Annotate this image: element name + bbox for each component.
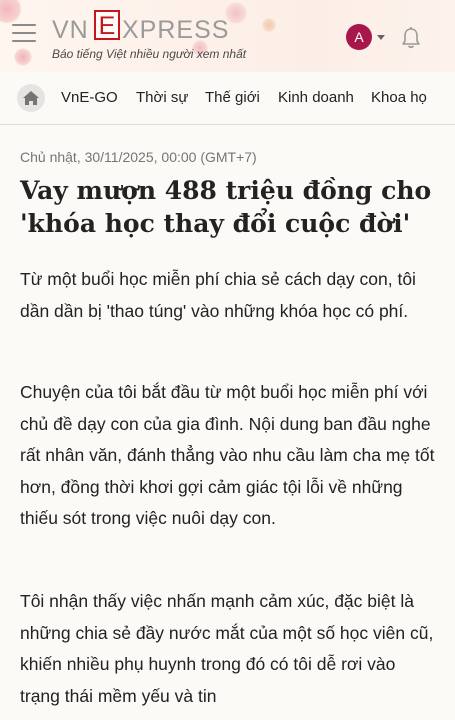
site-tagline: Báo tiếng Việt nhiều người xem nhất bbox=[52, 47, 247, 61]
article-paragraph: Tôi nhận thấy việc nhấn mạnh cảm xúc, đặ… bbox=[20, 591, 434, 706]
article-title: Vay mượn 488 triệu đồng cho 'khóa học th… bbox=[20, 176, 432, 238]
category-nav: VnE-GO Thời sự Thế giới Kinh doanh Khoa … bbox=[0, 72, 455, 125]
logo-e-mark: E bbox=[94, 10, 120, 40]
article-lead: Từ một buổi học miễn phí chia sẻ cách dạ… bbox=[20, 269, 416, 321]
user-avatar[interactable]: A bbox=[346, 24, 372, 50]
article-paragraph: Chuyện của tôi bắt đầu từ một buổi học m… bbox=[20, 382, 435, 528]
bell-icon[interactable] bbox=[400, 26, 422, 50]
chevron-down-icon[interactable] bbox=[377, 35, 385, 40]
nav-item-thoi-su[interactable]: Thời sự bbox=[136, 89, 188, 106]
logo-text-suffix: XPRESS bbox=[122, 16, 230, 44]
hamburger-icon bbox=[12, 24, 36, 26]
site-header: VN E XPRESS Báo tiếng Việt nhiều người x… bbox=[0, 0, 455, 73]
article-date: Chủ nhật, 30/11/2025, 00:00 (GMT+7) bbox=[20, 149, 257, 165]
decorative-blossom bbox=[0, 0, 22, 24]
site-logo[interactable]: VN E XPRESS bbox=[52, 10, 252, 44]
nav-item-vne-go[interactable]: VnE-GO bbox=[61, 89, 118, 106]
hamburger-icon bbox=[12, 40, 36, 42]
menu-button[interactable] bbox=[12, 24, 36, 46]
home-icon bbox=[23, 91, 39, 105]
home-button[interactable] bbox=[17, 84, 45, 112]
nav-item-khoa-hoc[interactable]: Khoa họ bbox=[371, 89, 427, 106]
decorative-blossom bbox=[14, 48, 32, 66]
decorative-blossom bbox=[262, 18, 276, 32]
nav-item-kinh-doanh[interactable]: Kinh doanh bbox=[278, 89, 354, 106]
logo-text-prefix: VN bbox=[52, 16, 89, 44]
hamburger-icon bbox=[12, 32, 36, 34]
nav-item-the-gioi[interactable]: Thế giới bbox=[205, 89, 260, 106]
